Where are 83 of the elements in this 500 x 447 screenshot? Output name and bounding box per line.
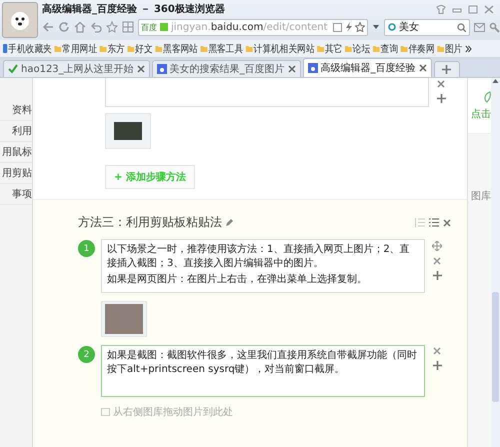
- close-icon[interactable]: [433, 347, 441, 355]
- sidebar-item[interactable]: 用鼠标: [0, 142, 32, 163]
- scroll-thumb[interactable]: [492, 292, 499, 402]
- lightning-icon[interactable]: [345, 22, 352, 32]
- step-text-field[interactable]: 如果是截图：截图软件很多，这里我们直接用系统自带截屏功能（同时按下alt+printscreen sysrq键），对当前窗口截屏。: [101, 345, 425, 397]
- bookmark-item[interactable]: 常用网址: [54, 42, 97, 56]
- dropdown-caret-icon[interactable]: [372, 23, 380, 31]
- sidebar-item[interactable]: 事项: [0, 184, 32, 205]
- bookmark-item[interactable]: 其它: [317, 42, 342, 56]
- home-icon[interactable]: [74, 21, 86, 33]
- image-thumbnail[interactable]: [105, 113, 151, 149]
- browser-tab[interactable]: 高级编辑器_百度经验: [302, 58, 432, 77]
- folder-icon: [344, 45, 352, 52]
- star-icon[interactable]: [355, 22, 365, 32]
- bookmark-item[interactable]: 图片: [437, 42, 462, 56]
- folder-icon: [400, 45, 408, 52]
- drop-hint-text: 从右侧图库拖动图片到此处: [113, 406, 233, 419]
- bookmark-item[interactable]: 东方: [100, 42, 125, 56]
- more-chevron-icon[interactable]: [464, 44, 472, 52]
- shirt-icon[interactable]: [436, 4, 446, 14]
- bookmark-item[interactable]: 黑客工具: [200, 42, 244, 56]
- star-icon[interactable]: [106, 21, 118, 33]
- image-thumbnail[interactable]: [101, 301, 147, 337]
- folder-icon: [54, 45, 62, 52]
- step-text-field[interactable]: 以下场景之一时，推荐使用该方法：1、直接插入网页上图片；2、直接插入截图；3、直接接入图片编辑器中的图片。 如果是网页图片：在图片上右击，在弹出菜单上选择复制。: [101, 239, 425, 293]
- sidebar-item[interactable]: 用剪贴: [0, 163, 32, 184]
- bookmark-item[interactable]: 伴奏网: [400, 42, 435, 56]
- folder-icon: [437, 45, 444, 52]
- close-icon[interactable]: [484, 4, 494, 14]
- grid-icon[interactable]: [122, 21, 134, 33]
- move-icon[interactable]: [432, 241, 442, 251]
- site-icon: [160, 23, 168, 31]
- close-icon[interactable]: [433, 257, 441, 265]
- mail-icon[interactable]: [474, 22, 485, 32]
- gallery-label: 图库: [471, 190, 491, 203]
- new-tab-button[interactable]: [434, 61, 460, 77]
- pencil-icon[interactable]: [226, 219, 233, 226]
- browser-tab[interactable]: 美女的搜索结果_百度图片: [152, 60, 301, 77]
- folder-icon: [100, 45, 107, 52]
- folder-icon: [127, 45, 134, 52]
- sidebar-item[interactable]: 利用: [0, 121, 32, 142]
- leaf-icon: [483, 90, 491, 102]
- folder-icon: [246, 45, 253, 52]
- search-icon[interactable]: [457, 22, 466, 32]
- method-title: 方法三：利用剪贴板粘贴法: [78, 214, 222, 231]
- sidebar-item[interactable]: 资料: [0, 100, 32, 121]
- list-icon[interactable]: [429, 218, 439, 227]
- close-icon[interactable]: [136, 65, 145, 73]
- scrollbar[interactable]: [491, 78, 500, 447]
- back-arrow-icon[interactable]: [42, 21, 54, 33]
- close-icon[interactable]: [288, 65, 296, 73]
- plus-icon[interactable]: [432, 361, 442, 370]
- step-number: 1: [78, 240, 95, 257]
- browser-tab[interactable]: hao123_上网从这里开始: [3, 60, 150, 77]
- undo-icon[interactable]: [90, 21, 102, 33]
- folder-icon: [372, 45, 380, 52]
- folder-icon: [317, 45, 324, 52]
- search-logo-icon: [388, 23, 396, 31]
- search-field[interactable]: 美女: [384, 18, 470, 36]
- close-icon[interactable]: [437, 80, 445, 88]
- refresh-icon[interactable]: [58, 21, 70, 33]
- maximize-icon[interactable]: [468, 4, 478, 14]
- phone-icon: [3, 44, 8, 53]
- folder-icon: [200, 45, 208, 52]
- plus-icon[interactable]: [436, 94, 446, 103]
- bookmark-item[interactable]: 查询: [372, 42, 398, 56]
- bookmark-item[interactable]: 计算机相关网站: [246, 42, 314, 56]
- bookmark-item[interactable]: 手机收藏夹: [3, 42, 52, 56]
- bookmark-item[interactable]: 论坛: [344, 42, 370, 56]
- step-text-field[interactable]: [105, 78, 429, 107]
- step-number: 2: [78, 346, 95, 363]
- image-icon[interactable]: [333, 22, 342, 32]
- window-title: 高级编辑器_百度经验 － 360极速浏览器: [42, 2, 226, 16]
- check-favicon: [8, 64, 18, 74]
- bookmark-item[interactable]: 黑客网站: [155, 42, 198, 56]
- image-icon: [101, 408, 110, 416]
- plus-icon[interactable]: [432, 271, 442, 280]
- bookmark-item[interactable]: 好文: [127, 42, 153, 56]
- close-icon[interactable]: [443, 218, 451, 226]
- plus-icon[interactable]: [442, 65, 452, 74]
- close-icon[interactable]: [418, 64, 427, 72]
- folder-icon: [155, 45, 162, 52]
- address-field[interactable]: 百度 jingyan.baidu.com/edit/content: [138, 18, 368, 36]
